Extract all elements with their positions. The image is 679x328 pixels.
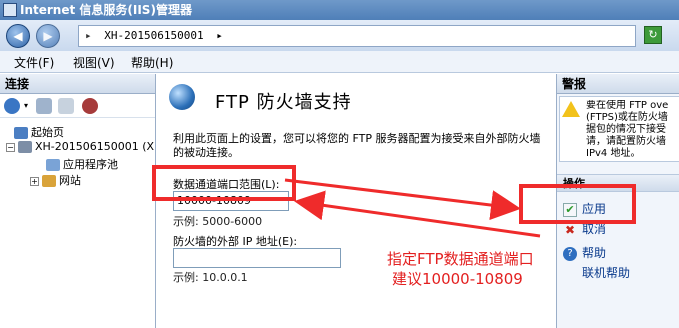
annotation-arrows — [284, 178, 541, 238]
annotation-line-1: 指定FTP数据通道端口 — [387, 250, 534, 268]
annotation-line-2: 建议10000-10809 — [392, 270, 523, 288]
